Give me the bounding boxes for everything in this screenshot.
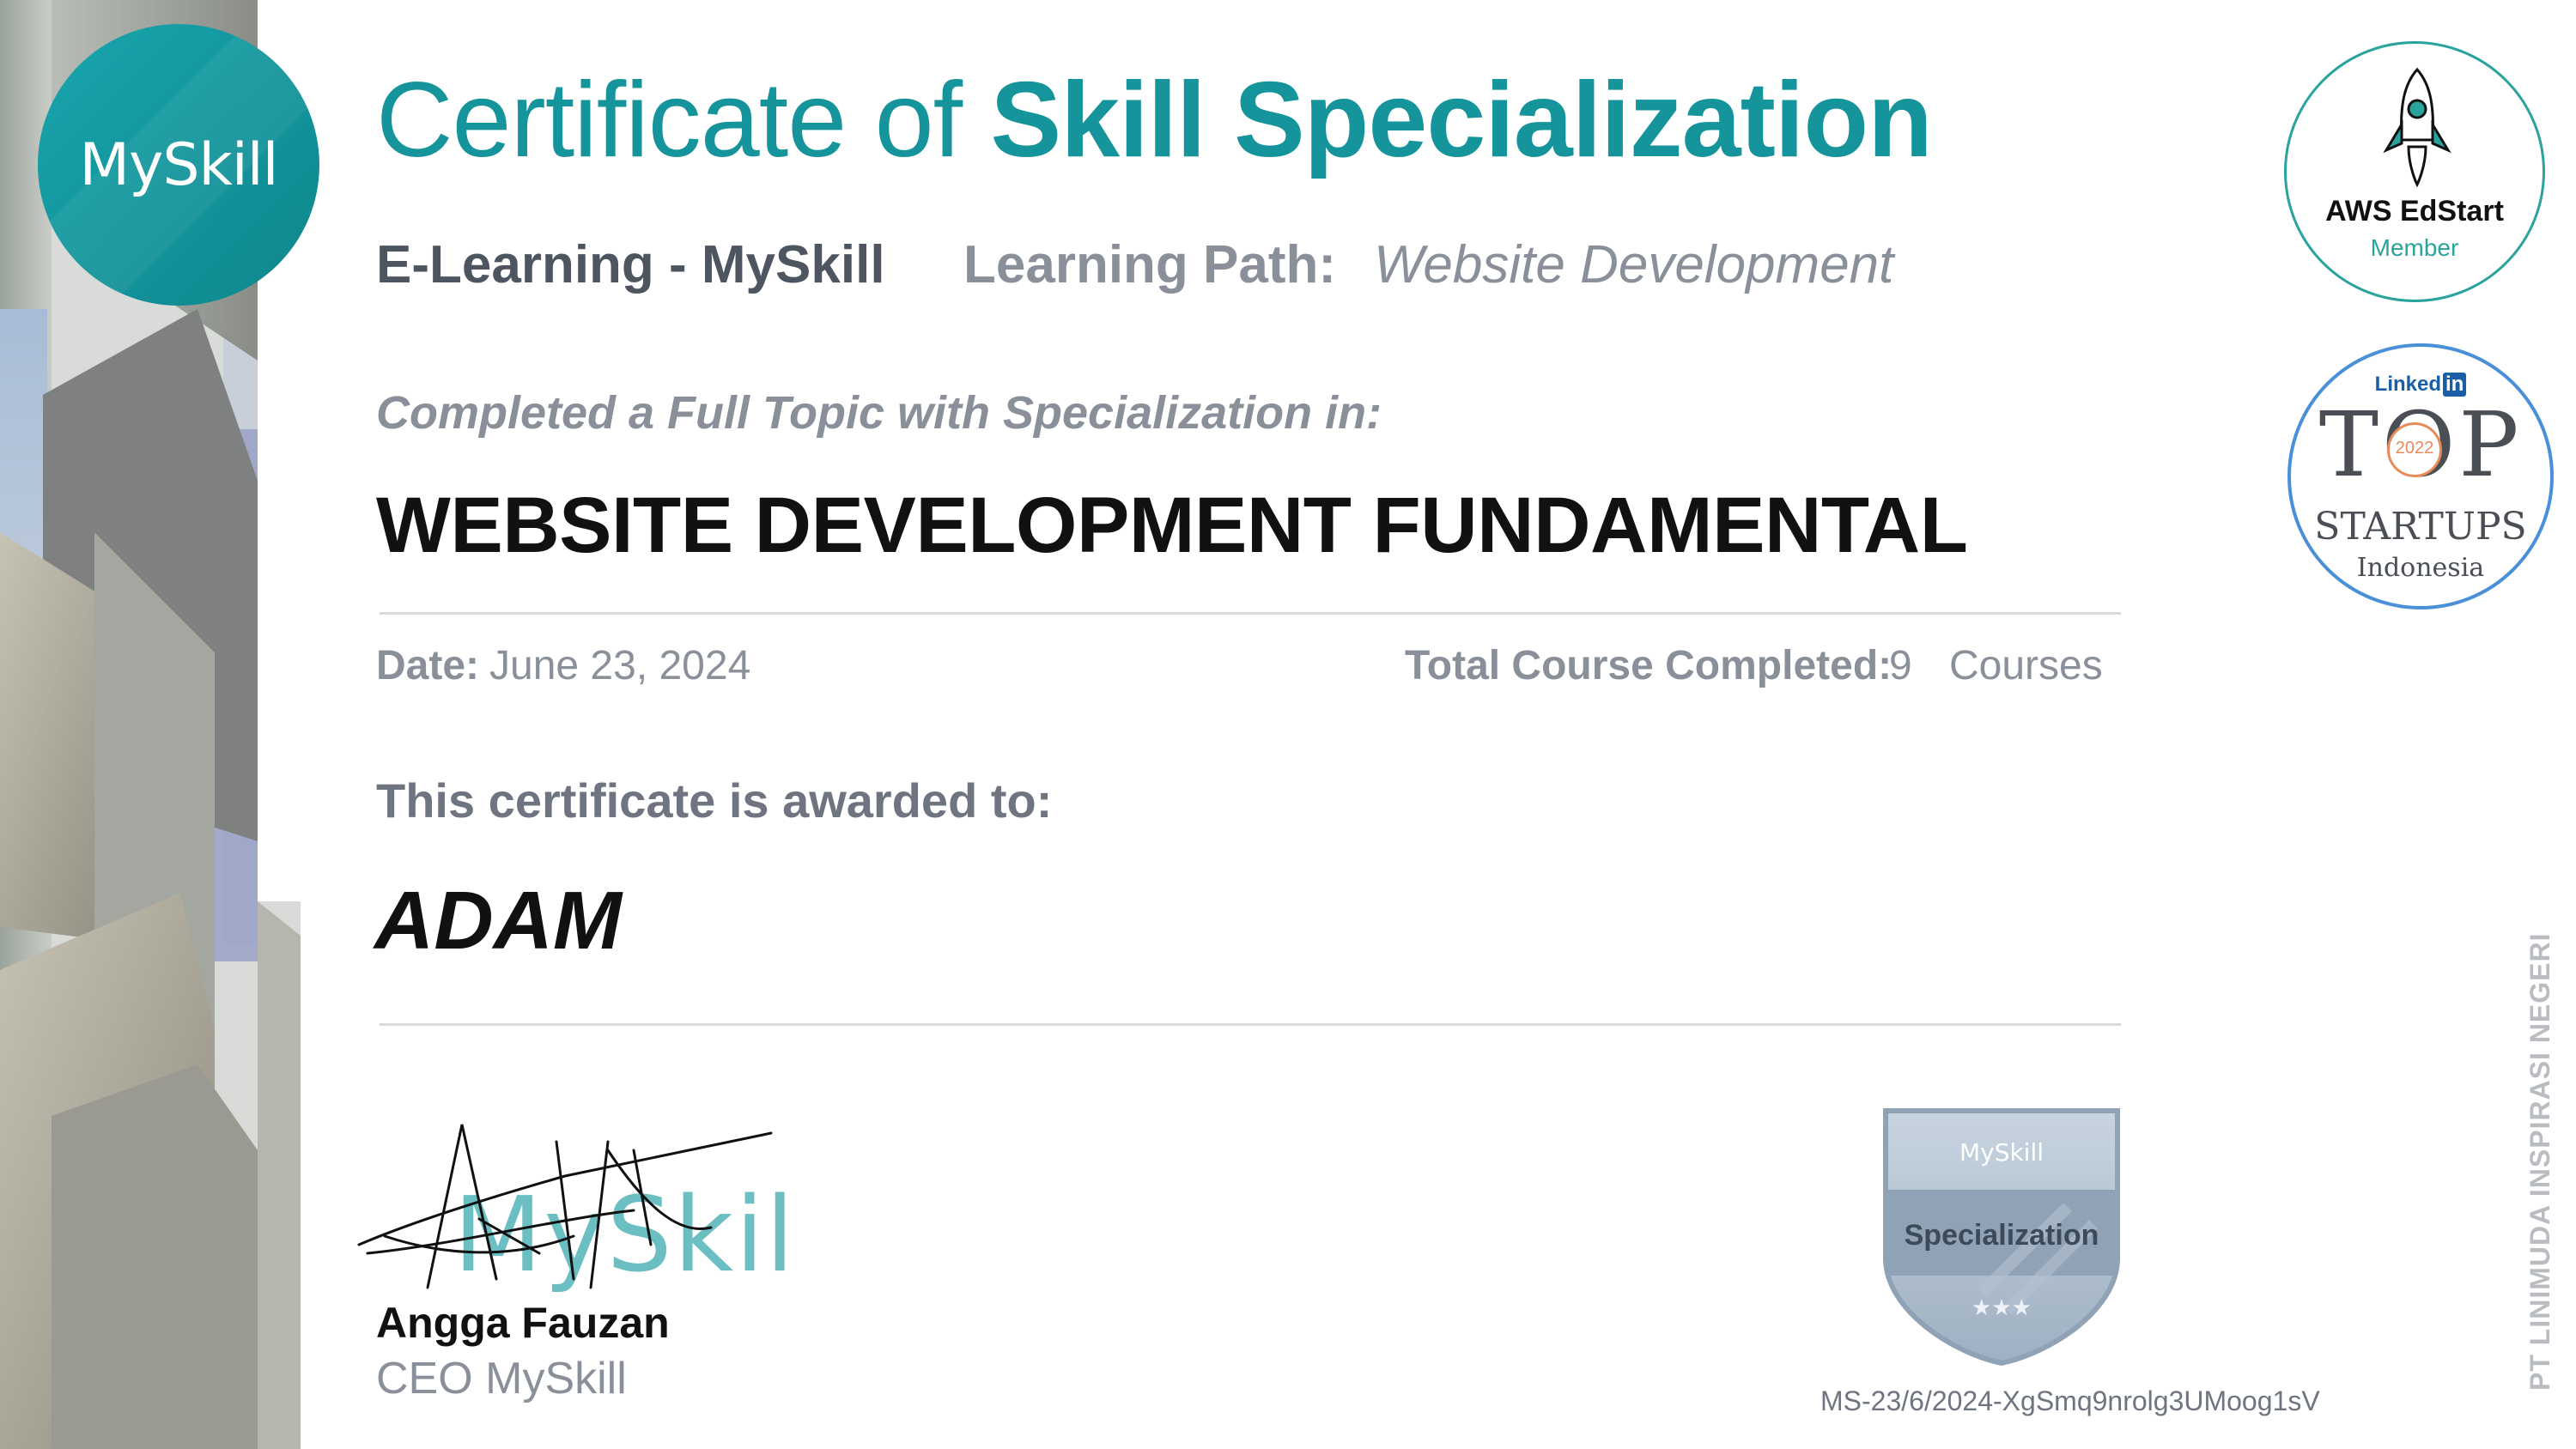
title-emphasis: Skill Specialization	[990, 61, 1933, 179]
date-label: Date:	[376, 643, 480, 688]
year-seal: 2022	[2387, 422, 2442, 477]
specialization-badge: MySkill Specialization ★★★	[1883, 1108, 2120, 1367]
badge-stars: ★★★	[1971, 1295, 2032, 1321]
aws-edstart-badge: AWS EdStart Member	[2284, 41, 2545, 302]
total-courses-label: Total Course Completed:	[1405, 643, 1893, 688]
awarded-label: This certificate is awarded to:	[376, 773, 1053, 828]
recipient-name: ADAM	[374, 875, 622, 967]
award-year: 2022	[2395, 439, 2434, 458]
aws-badge-title: AWS EdStart	[2325, 195, 2504, 227]
issuer-org: E-Learning - MySkill	[376, 235, 885, 294]
company-vertical-label: PT LINIMUDA INSPIRASI NEGERI	[2524, 932, 2555, 1391]
signer-role: CEO MySkill	[376, 1354, 627, 1404]
startups-label: STARTUPS	[2314, 505, 2527, 549]
rocket-icon	[2383, 67, 2451, 188]
total-courses-value: 9	[1889, 643, 1912, 688]
ceo-signature: MySkill	[357, 1124, 797, 1295]
badge-label: Specialization	[1905, 1219, 2099, 1252]
divider	[380, 612, 2121, 615]
aws-badge-member: Member	[2370, 234, 2459, 261]
course-name: WEBSITE DEVELOPMENT FUNDAMENTAL	[376, 482, 1968, 569]
date-value: June 23, 2024	[489, 643, 751, 688]
completed-label: Completed a Full Topic with Specializati…	[376, 387, 1382, 439]
learning-path-value: Website Development	[1374, 235, 1894, 294]
myskill-logo: MySkill	[38, 24, 319, 306]
country-label: Indonesia	[2356, 553, 2485, 583]
certificate-title: Certificate of Skill Specialization	[376, 67, 1933, 173]
divider	[380, 1023, 2121, 1026]
badge-brand: MySkill	[1959, 1138, 2044, 1167]
total-courses-unit: Courses	[1949, 643, 2103, 688]
logo-wordmark: MySkill	[79, 130, 278, 199]
learning-path-label: Learning Path:	[963, 235, 1337, 294]
certificate-id: MS-23/6/2024-XgSmq9nrolg3UMoog1sV	[1820, 1385, 2320, 1416]
signer-name: Angga Fauzan	[376, 1299, 670, 1347]
linkedin-top-startups-badge: Linkedin TOP 2022 STARTUPS Indonesia	[2287, 343, 2554, 609]
title-prefix: Certificate of	[376, 61, 963, 179]
